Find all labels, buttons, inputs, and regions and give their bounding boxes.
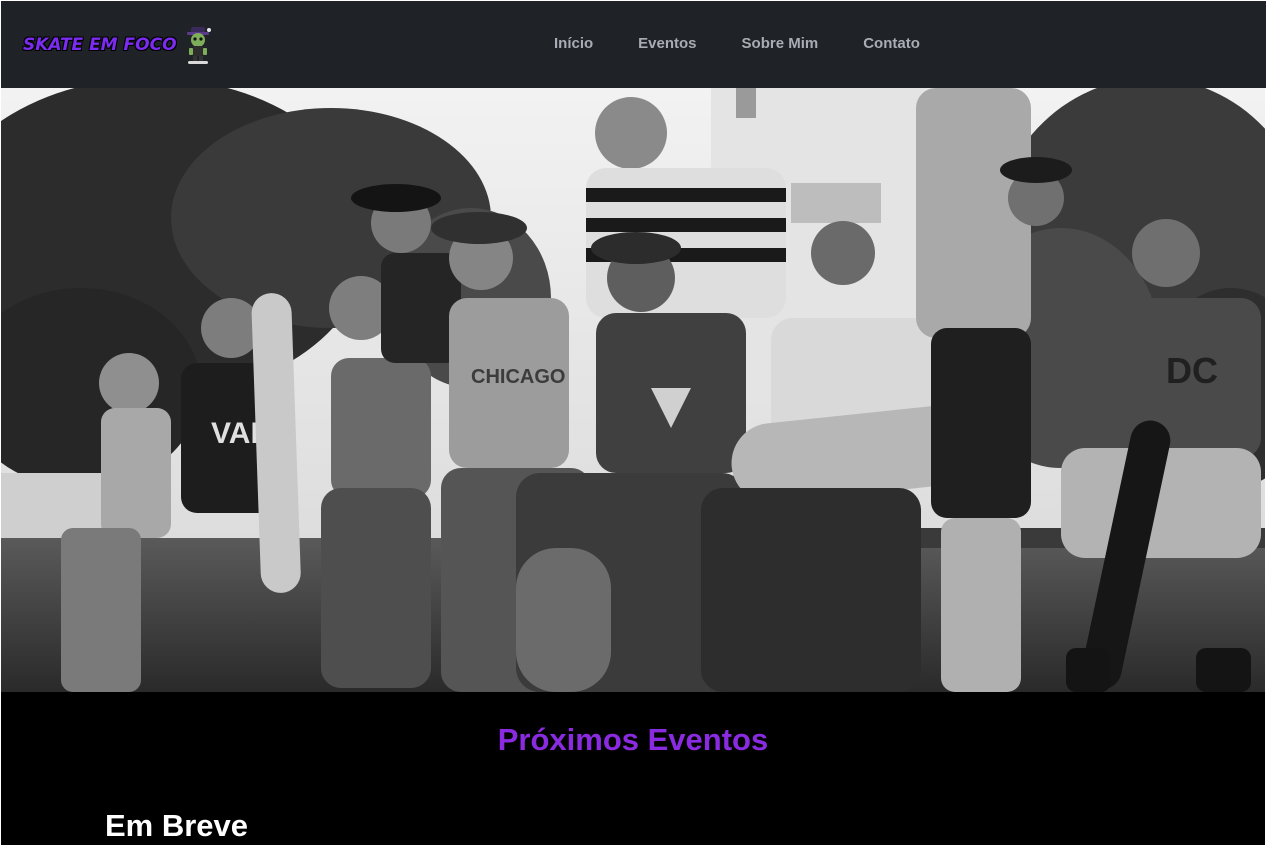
nav-link-inicio[interactable]: Início (554, 34, 593, 54)
events-section: Próximos Eventos Em Breve (1, 692, 1265, 845)
skaters-group-photo: VANS CHICAGO DC (1, 88, 1265, 692)
site-header: SKATE EM FOCO Início Eventos Sobre Mim C… (1, 1, 1266, 88)
hero-image: VANS CHICAGO DC (1, 88, 1265, 692)
nav-link-eventos[interactable]: Eventos (638, 34, 696, 54)
skater-mascot-icon (186, 27, 211, 64)
coming-soon-heading: Em Breve (105, 808, 249, 843)
page: SKATE EM FOCO Início Eventos Sobre Mim C… (0, 0, 1267, 845)
nav-link-contato[interactable]: Contato (863, 34, 920, 54)
nav-link-sobre-mim[interactable]: Sobre Mim (742, 34, 819, 54)
logo-text: SKATE EM FOCO (23, 35, 177, 55)
events-title: Próximos Eventos (497, 722, 769, 757)
left-edge-strip (0, 780, 1, 845)
svg-text:CHICAGO: CHICAGO (471, 366, 565, 388)
logo-link[interactable]: SKATE EM FOCO (23, 25, 215, 65)
main-nav: Início Eventos Sobre Mim Contato (554, 34, 965, 54)
svg-text:DC: DC (1166, 350, 1218, 391)
